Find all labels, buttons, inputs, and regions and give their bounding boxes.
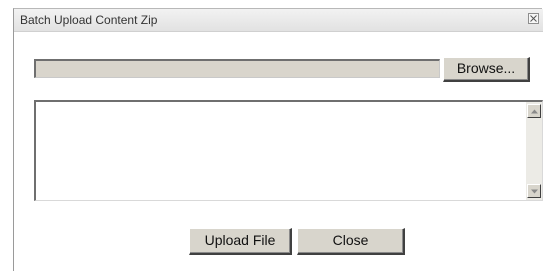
scroll-up-button[interactable]	[527, 104, 541, 118]
arrow-down-icon	[531, 189, 538, 194]
scroll-down-button[interactable]	[527, 184, 541, 198]
textarea-scrollbar[interactable]	[526, 102, 542, 200]
upload-output-textarea[interactable]	[34, 100, 543, 201]
close-icon[interactable]	[528, 13, 539, 24]
dialog-title: Batch Upload Content Zip	[20, 13, 158, 27]
file-path-input[interactable]	[34, 59, 440, 78]
batch-upload-dialog: Batch Upload Content Zip Browse... Uploa…	[13, 8, 543, 271]
browse-button[interactable]: Browse...	[443, 57, 530, 82]
upload-file-button[interactable]: Upload File	[189, 228, 292, 255]
dialog-titlebar[interactable]: Batch Upload Content Zip	[14, 9, 543, 32]
arrow-up-icon	[531, 109, 538, 114]
close-button[interactable]: Close	[297, 228, 405, 255]
